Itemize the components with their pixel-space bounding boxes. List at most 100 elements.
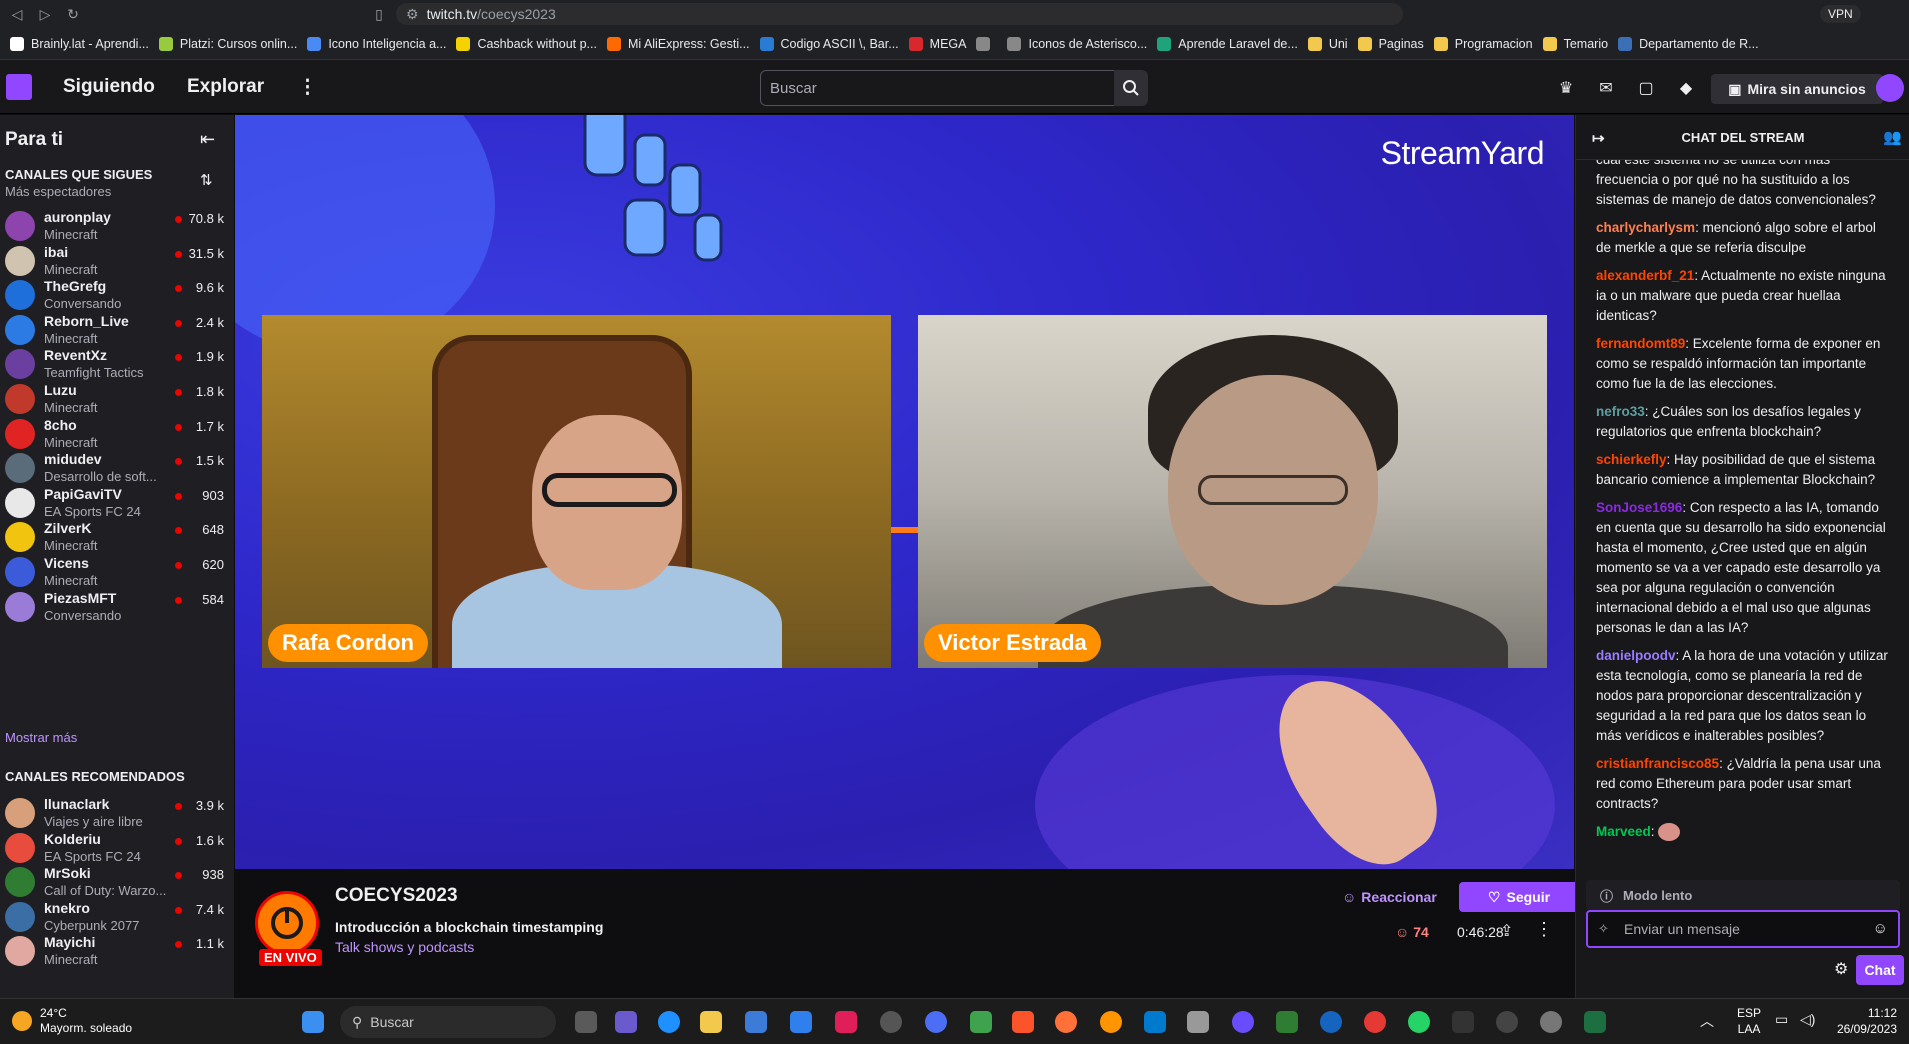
chat-username[interactable]: nefro33 (1596, 404, 1645, 419)
terminal-icon[interactable] (1452, 1011, 1474, 1033)
teams-icon[interactable] (615, 1011, 637, 1033)
chat-username[interactable]: cristianfrancisco85 (1596, 756, 1719, 771)
channel-row[interactable]: PiezasMFT Conversando 584 (0, 586, 234, 628)
chat-username[interactable]: SonJose1696 (1596, 500, 1682, 515)
brave-icon[interactable] (1012, 1011, 1034, 1033)
settings-icon[interactable] (1540, 1011, 1562, 1033)
bookmark-item[interactable]: Aprende Laravel de... (1157, 36, 1298, 51)
time: 11:12 (1867, 1006, 1897, 1020)
follow-label: Seguir (1506, 889, 1551, 905)
channel-name[interactable]: COECYS2023 (335, 885, 458, 907)
weather-widget[interactable]: 24°C Mayorm. soleado (12, 1006, 132, 1036)
app-icon[interactable] (1276, 1011, 1298, 1033)
clock[interactable]: 11:12 26/09/2023 (1837, 1005, 1897, 1037)
whatsapp-icon[interactable] (1408, 1011, 1430, 1033)
slack-icon[interactable] (835, 1011, 857, 1033)
share-icon[interactable]: ⇪ (1500, 921, 1513, 941)
mail-icon[interactable] (790, 1011, 812, 1033)
taskbar-search[interactable]: ⚲ Buscar (340, 1006, 556, 1038)
bookmark-item[interactable]: MEGA (908, 36, 966, 51)
bookmark-item[interactable]: Uni (1307, 36, 1348, 51)
app-icon[interactable] (1496, 1011, 1518, 1033)
store-icon[interactable] (745, 1011, 767, 1033)
nav-browse[interactable]: Explorar (187, 76, 264, 98)
bookmark-item[interactable]: Icono Inteligencia a... (307, 36, 446, 51)
network-icon[interactable]: ▭ (1775, 1011, 1788, 1028)
excel-icon[interactable] (1584, 1011, 1606, 1033)
volume-icon[interactable]: ◁) (1800, 1011, 1815, 1028)
react-button[interactable]: ☺ Reaccionar (1342, 889, 1437, 905)
bookmark-item[interactable]: Platzi: Cursos onlin... (158, 36, 297, 51)
language-indicator[interactable]: ESP LAA (1737, 1005, 1761, 1037)
show-more-link[interactable]: Mostrar más (5, 730, 77, 745)
bookmark-item[interactable]: Paginas (1357, 36, 1424, 51)
reload-icon[interactable]: ↻ (62, 3, 84, 25)
sort-icon[interactable]: ⇅ (200, 171, 213, 189)
tune-icon: ⚙ (406, 5, 419, 22)
task-view-icon[interactable] (575, 1011, 597, 1033)
app-icon[interactable] (1364, 1011, 1386, 1033)
more-menu-icon[interactable]: ⋮ (298, 76, 317, 99)
crown-icon[interactable]: ♛ (1556, 78, 1576, 98)
chat-username[interactable]: Marveed (1596, 824, 1651, 839)
collapse-chat-icon[interactable]: ↦ (1592, 129, 1605, 147)
follow-button[interactable]: ♡ Seguir (1459, 882, 1579, 912)
chevron-up-icon[interactable]: ︿ (1700, 1011, 1714, 1031)
user-avatar[interactable] (1876, 74, 1904, 102)
forward-icon[interactable]: ▷ (34, 3, 56, 25)
video-player[interactable]: StreamYard Rafa Cordon Victor Estrada (235, 115, 1574, 869)
edge-icon[interactable] (658, 1011, 680, 1033)
whispers-icon[interactable]: ▢ (1636, 78, 1656, 98)
app-icon[interactable] (1232, 1011, 1254, 1033)
users-icon[interactable]: 👥 (1883, 128, 1902, 146)
channel-avatar[interactable] (255, 891, 319, 955)
chat-input[interactable]: ✧ Enviar un mensaje ☺ (1586, 910, 1900, 948)
chat-username[interactable]: alexanderbf_21 (1596, 268, 1694, 283)
bits-icon[interactable]: ✧ (1598, 921, 1609, 937)
chat-settings-icon[interactable]: ⚙ (1834, 959, 1848, 979)
back-icon[interactable]: ◁ (6, 3, 28, 25)
bookmark-item[interactable]: Mi AliExpress: Gesti... (606, 36, 750, 51)
app-icon[interactable] (1320, 1011, 1342, 1033)
app-icon[interactable] (970, 1011, 992, 1033)
vscode-icon[interactable] (1144, 1011, 1166, 1033)
app-icon[interactable] (925, 1011, 947, 1033)
bookmark-item[interactable]: Cashback without p... (456, 36, 597, 51)
emote-icon[interactable]: ☺ (1873, 920, 1888, 937)
search-icon[interactable] (1114, 70, 1148, 106)
chat-username[interactable]: danielpoodv (1596, 648, 1676, 663)
noads-button[interactable]: ▣ Mira sin anuncios (1711, 74, 1883, 104)
more-options-icon[interactable]: ⋮ (1535, 919, 1553, 940)
database-icon[interactable] (1187, 1011, 1209, 1033)
bookmark-item[interactable]: Brainly.lat - Aprendi... (10, 36, 149, 51)
chat-username[interactable]: schierkefly (1596, 452, 1667, 467)
bookmark-item[interactable]: Departamento de R... (1618, 36, 1759, 51)
address-bar[interactable]: ⚙ twitch.tv/coecys2023 (396, 3, 1403, 25)
vpn-badge[interactable]: VPN (1820, 5, 1861, 23)
channel-viewers: 7.4 k (195, 901, 224, 917)
app-icon[interactable] (880, 1011, 902, 1033)
app-icon[interactable] (1055, 1011, 1077, 1033)
bookmark-item[interactable]: Iconos de Asterisco... (1007, 36, 1147, 51)
bookmark-item[interactable]: Codigo ASCII \, Bar... (759, 36, 899, 51)
channel-row[interactable]: Mayichi Minecraft 1.1 k (0, 930, 234, 972)
chat-username[interactable]: charlycharlysm (1596, 220, 1695, 235)
bookmark-icon[interactable]: ▯ (368, 3, 390, 25)
collapse-icon[interactable]: ⇤ (200, 129, 215, 150)
chat-username[interactable]: fernandomt89 (1596, 336, 1685, 351)
bookmark-item[interactable]: Programacion (1433, 36, 1533, 51)
bookmark-item[interactable]: Temario (1542, 36, 1608, 51)
nav-following[interactable]: Siguiendo (63, 76, 155, 98)
search-input[interactable]: Buscar (760, 70, 1115, 106)
chat-send-button[interactable]: Chat (1856, 955, 1904, 985)
bookmark-item[interactable] (976, 36, 997, 51)
stream-category[interactable]: Talk shows y podcasts (335, 939, 474, 955)
bits-icon[interactable]: ◆ (1676, 78, 1696, 98)
firefox-icon[interactable] (1100, 1011, 1122, 1033)
channel-avatar (5, 314, 35, 345)
explorer-icon[interactable] (700, 1011, 722, 1033)
channel-game: Conversando (44, 607, 122, 623)
inbox-icon[interactable]: ✉ (1596, 78, 1616, 98)
twitch-logo-icon[interactable] (6, 74, 32, 100)
start-icon[interactable] (302, 1011, 324, 1033)
